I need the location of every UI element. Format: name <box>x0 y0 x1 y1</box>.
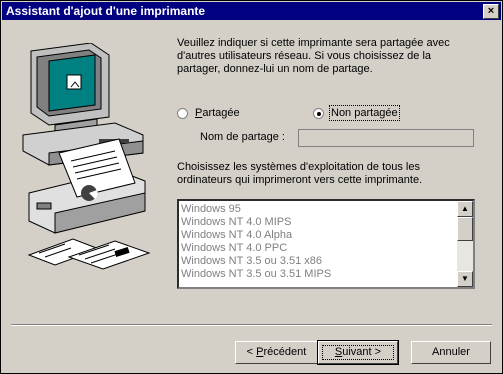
scroll-thumb[interactable] <box>457 217 473 241</box>
computer-icon <box>22 43 144 166</box>
back-button[interactable]: < Précédent <box>235 341 318 364</box>
window-title: Assistant d'ajout d'une imprimante <box>6 4 206 18</box>
cancel-button[interactable]: Annuler <box>411 341 491 364</box>
not-shared-option[interactable]: Non partagée <box>313 105 433 123</box>
title-bar: Assistant d'ajout d'une imprimante × <box>2 2 501 20</box>
shared-option[interactable]: Partagée <box>177 107 287 123</box>
list-item[interactable]: Windows NT 4.0 Alpha <box>181 229 473 242</box>
list-item[interactable]: Windows NT 4.0 PPC <box>181 242 473 255</box>
os-description: Choisissez les systèmes d'exploitation d… <box>177 161 423 186</box>
share-name-input[interactable] <box>298 129 474 147</box>
vertical-scrollbar[interactable]: ▲ ▼ <box>457 201 473 287</box>
documents-icon <box>27 238 151 270</box>
shared-radio[interactable] <box>177 108 188 119</box>
separator <box>11 324 492 326</box>
list-item[interactable]: Windows NT 3.5 ou 3.51 x86 <box>181 255 473 268</box>
not-shared-radio[interactable] <box>313 108 324 119</box>
sharing-description: Veuillez indiquer si cette imprimante se… <box>177 37 450 75</box>
arrow-down-icon: ▼ <box>461 274 469 283</box>
wizard-illustration <box>22 43 151 270</box>
share-name-label: Nom de partage : <box>200 131 285 143</box>
close-button[interactable]: × <box>483 4 499 19</box>
os-listbox[interactable]: Windows 95 Windows NT 4.0 MIPS Windows N… <box>177 199 475 289</box>
list-item[interactable]: Windows NT 3.5 ou 3.51 MIPS <box>181 268 473 281</box>
not-shared-label[interactable]: Non partagée <box>329 105 400 121</box>
next-button[interactable]: Suivant > <box>317 340 399 365</box>
list-item[interactable]: Windows NT 4.0 MIPS <box>181 216 473 229</box>
arrow-up-icon: ▲ <box>461 204 469 213</box>
close-icon: × <box>487 5 495 17</box>
scroll-up-button[interactable]: ▲ <box>457 201 473 217</box>
wizard-window: Assistant d'ajout d'une imprimante × Veu… <box>0 0 503 374</box>
list-item[interactable]: Windows 95 <box>181 203 473 216</box>
scroll-down-button[interactable]: ▼ <box>457 271 473 287</box>
shared-label[interactable]: Partagée <box>195 107 240 119</box>
